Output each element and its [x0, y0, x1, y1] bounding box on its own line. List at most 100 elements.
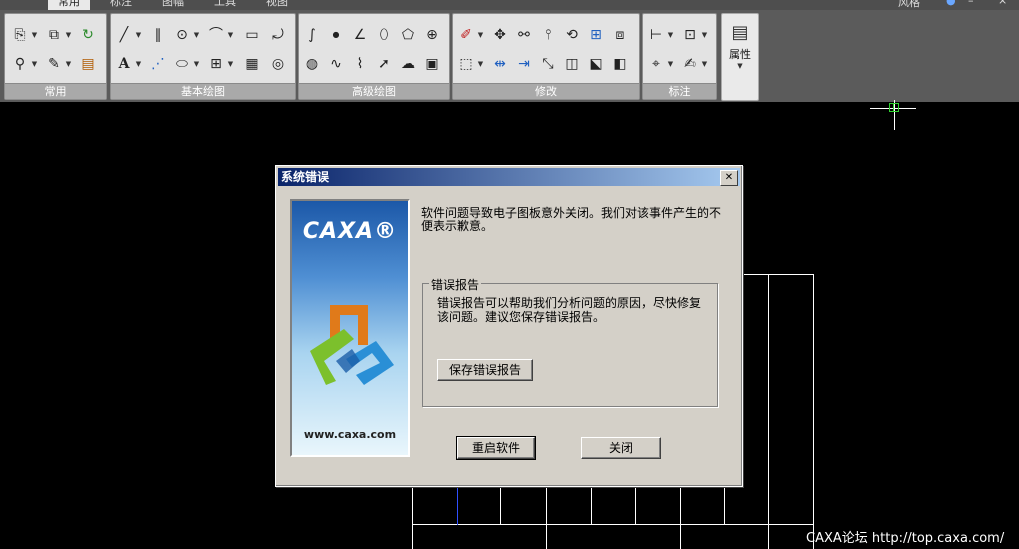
group-label-basic-draw: 基本绘图	[111, 83, 295, 99]
minimize-icon[interactable]: –	[968, 0, 974, 7]
hole-icon[interactable]: ◍	[301, 54, 323, 74]
fill-icon[interactable]: ◎	[267, 54, 289, 74]
polyline-icon[interactable]: ⤾	[267, 25, 289, 45]
frame-line	[635, 485, 636, 525]
dimension-icon[interactable]: ⊢	[645, 25, 667, 45]
error-message: 软件问题导致电子图板意外关闭。我们对该事件产生的不便表示歉意。	[421, 206, 722, 233]
layer-icon[interactable]: ▤	[77, 54, 99, 74]
dialog-title: 系统错误	[281, 170, 330, 184]
caxa-logo: CAXA®	[302, 219, 398, 244]
chevron-down-icon: ▼	[737, 62, 743, 70]
chevron-down-icon[interactable]: ▼	[667, 54, 674, 74]
chevron-down-icon[interactable]: ▼	[227, 25, 234, 45]
polygon-icon[interactable]: ⬠	[397, 25, 419, 45]
break-line-icon[interactable]: ⌇	[349, 54, 371, 74]
group-label-modify: 修改	[453, 83, 639, 99]
group-dimension: ⊢ ▼ ⊡ ▼ ⌖ ▼ ✍ ▼ 标注	[642, 13, 717, 100]
tab-blank[interactable]	[10, 0, 30, 10]
select-box-icon[interactable]: ⬚	[455, 54, 477, 74]
error-report-group: 错误报告 错误报告可以帮助我们分析问题的原因，尽快修复该问题。建议您保存错误报告…	[422, 276, 718, 407]
new-file-icon[interactable]: ⎘	[9, 25, 31, 45]
rectangle-icon[interactable]: ▭	[241, 25, 263, 45]
group-label-dimension: 标注	[643, 83, 716, 99]
rotate-icon[interactable]: ⟲	[561, 25, 583, 45]
cloud-icon[interactable]: ☁	[397, 54, 419, 74]
chevron-down-icon[interactable]: ▼	[193, 54, 200, 74]
chamfer-icon[interactable]: ⬕	[585, 54, 607, 74]
scale-icon[interactable]: ⤡	[537, 54, 559, 74]
leader-note-icon[interactable]: ✍	[679, 54, 701, 74]
frame-line	[768, 274, 769, 549]
mirror-icon[interactable]: ⫯	[537, 25, 559, 45]
block-icon[interactable]: ⬭	[171, 54, 193, 74]
centerline-icon[interactable]: ⋰	[147, 54, 169, 74]
tab-tools[interactable]: 工具	[204, 0, 246, 10]
explode-icon[interactable]: ◧	[609, 54, 631, 74]
arrow-icon[interactable]: ➚	[373, 54, 395, 74]
chevron-down-icon[interactable]: ▼	[701, 54, 708, 74]
chevron-down-icon[interactable]: ▼	[701, 25, 708, 45]
group-advanced-draw: ∫ ● ∠ ⬯ ⬠ ⊕ ◍ ∿ ⌇ ➚ ☁ ▣ 高级绘图	[298, 13, 450, 100]
hatch-icon[interactable]: ▦	[241, 54, 263, 74]
tab-common[interactable]: 常用	[48, 0, 90, 10]
chevron-down-icon[interactable]: ▼	[227, 54, 234, 74]
parallel-line-icon[interactable]: ∥	[147, 25, 169, 45]
chevron-down-icon[interactable]: ▼	[477, 54, 484, 74]
group-label-common: 常用	[5, 83, 106, 99]
circle-icon[interactable]: ⊙	[171, 25, 193, 45]
chevron-down-icon[interactable]: ▼	[135, 25, 142, 45]
properties-label: 属性	[729, 48, 751, 61]
insert-icon[interactable]: ⊞	[205, 54, 227, 74]
zoom-icon[interactable]: ⚲	[9, 54, 31, 74]
ribbon: ⎘ ▼ ⧉ ▼ ↻ ⚲ ▼ ✎ ▼ ▤ 常用 ╱ ▼ ∥ ⊙ ▼ ⌒ ▼ ▭ ⤾…	[0, 10, 1019, 102]
tab-annotation[interactable]: 标注	[100, 0, 142, 10]
match-properties-icon[interactable]: ✎	[43, 54, 65, 74]
tab-view[interactable]: 视图	[256, 0, 298, 10]
array-icon[interactable]: ⊞	[585, 25, 607, 45]
angle-line-icon[interactable]: ∠	[349, 25, 371, 45]
style-menu[interactable]: 风格	[898, 0, 920, 10]
chevron-down-icon[interactable]: ▼	[193, 25, 200, 45]
copy-icon[interactable]: ⧉	[43, 25, 65, 45]
restart-software-button[interactable]: 重启软件	[456, 436, 536, 460]
erase-icon[interactable]: ✐	[455, 25, 477, 45]
dialog-close-icon[interactable]: ✕	[720, 170, 738, 186]
coordinate-icon[interactable]: ⌖	[645, 54, 667, 74]
close-window-icon[interactable]: ×	[998, 0, 1007, 7]
wave-icon[interactable]: ∿	[325, 54, 347, 74]
properties-icon: ▤	[731, 22, 749, 43]
tab-sheet[interactable]: 图幅	[152, 0, 194, 10]
point-icon[interactable]: ●	[325, 25, 347, 45]
line-icon[interactable]: ╱	[113, 25, 135, 45]
chevron-down-icon[interactable]: ▼	[135, 54, 142, 74]
arc-icon[interactable]: ⌒	[205, 25, 227, 45]
center-mark-icon[interactable]: ⊕	[421, 25, 443, 45]
dialog-titlebar[interactable]: 系统错误 ✕	[278, 168, 740, 186]
chevron-down-icon[interactable]: ▼	[65, 25, 72, 45]
image-icon[interactable]: ▣	[421, 54, 443, 74]
refresh-icon[interactable]: ↻	[77, 25, 99, 45]
chevron-down-icon[interactable]: ▼	[31, 25, 38, 45]
caxa-banner: CAXA® www.caxa.com	[290, 199, 410, 457]
help-icon[interactable]: ●	[946, 0, 956, 7]
chevron-down-icon[interactable]: ▼	[31, 54, 38, 74]
spline-icon[interactable]: ∫	[301, 25, 323, 45]
offset-icon[interactable]: ⧈	[609, 25, 631, 45]
ribbon-tab-strip: 常用 标注 图幅 工具 视图 风格 ● – ×	[0, 0, 1019, 10]
save-error-report-button[interactable]: 保存错误报告	[437, 359, 533, 381]
text-icon[interactable]: A	[113, 54, 135, 74]
chevron-down-icon[interactable]: ▼	[667, 25, 674, 45]
copy-object-icon[interactable]: ⚯	[513, 25, 535, 45]
fillet-icon[interactable]: ◫	[561, 54, 583, 74]
properties-button[interactable]: ▤ 属性 ▼	[721, 13, 759, 101]
ellipse-icon[interactable]: ⬯	[373, 25, 395, 45]
move-icon[interactable]: ✥	[489, 25, 511, 45]
chevron-down-icon[interactable]: ▼	[477, 25, 484, 45]
chevron-down-icon[interactable]: ▼	[65, 54, 72, 74]
trim-icon[interactable]: ⇹	[489, 54, 511, 74]
error-report-text: 错误报告可以帮助我们分析问题的原因，尽快修复该问题。建议您保存错误报告。	[437, 296, 702, 324]
close-button[interactable]: 关闭	[581, 437, 661, 459]
group-modify: ✐ ▼ ✥ ⚯ ⫯ ⟲ ⊞ ⧈ ⬚ ▼ ⇹ ⇥ ⤡ ◫ ⬕ ◧ 修改	[452, 13, 640, 100]
extend-icon[interactable]: ⇥	[513, 54, 535, 74]
tolerance-icon[interactable]: ⊡	[679, 25, 701, 45]
